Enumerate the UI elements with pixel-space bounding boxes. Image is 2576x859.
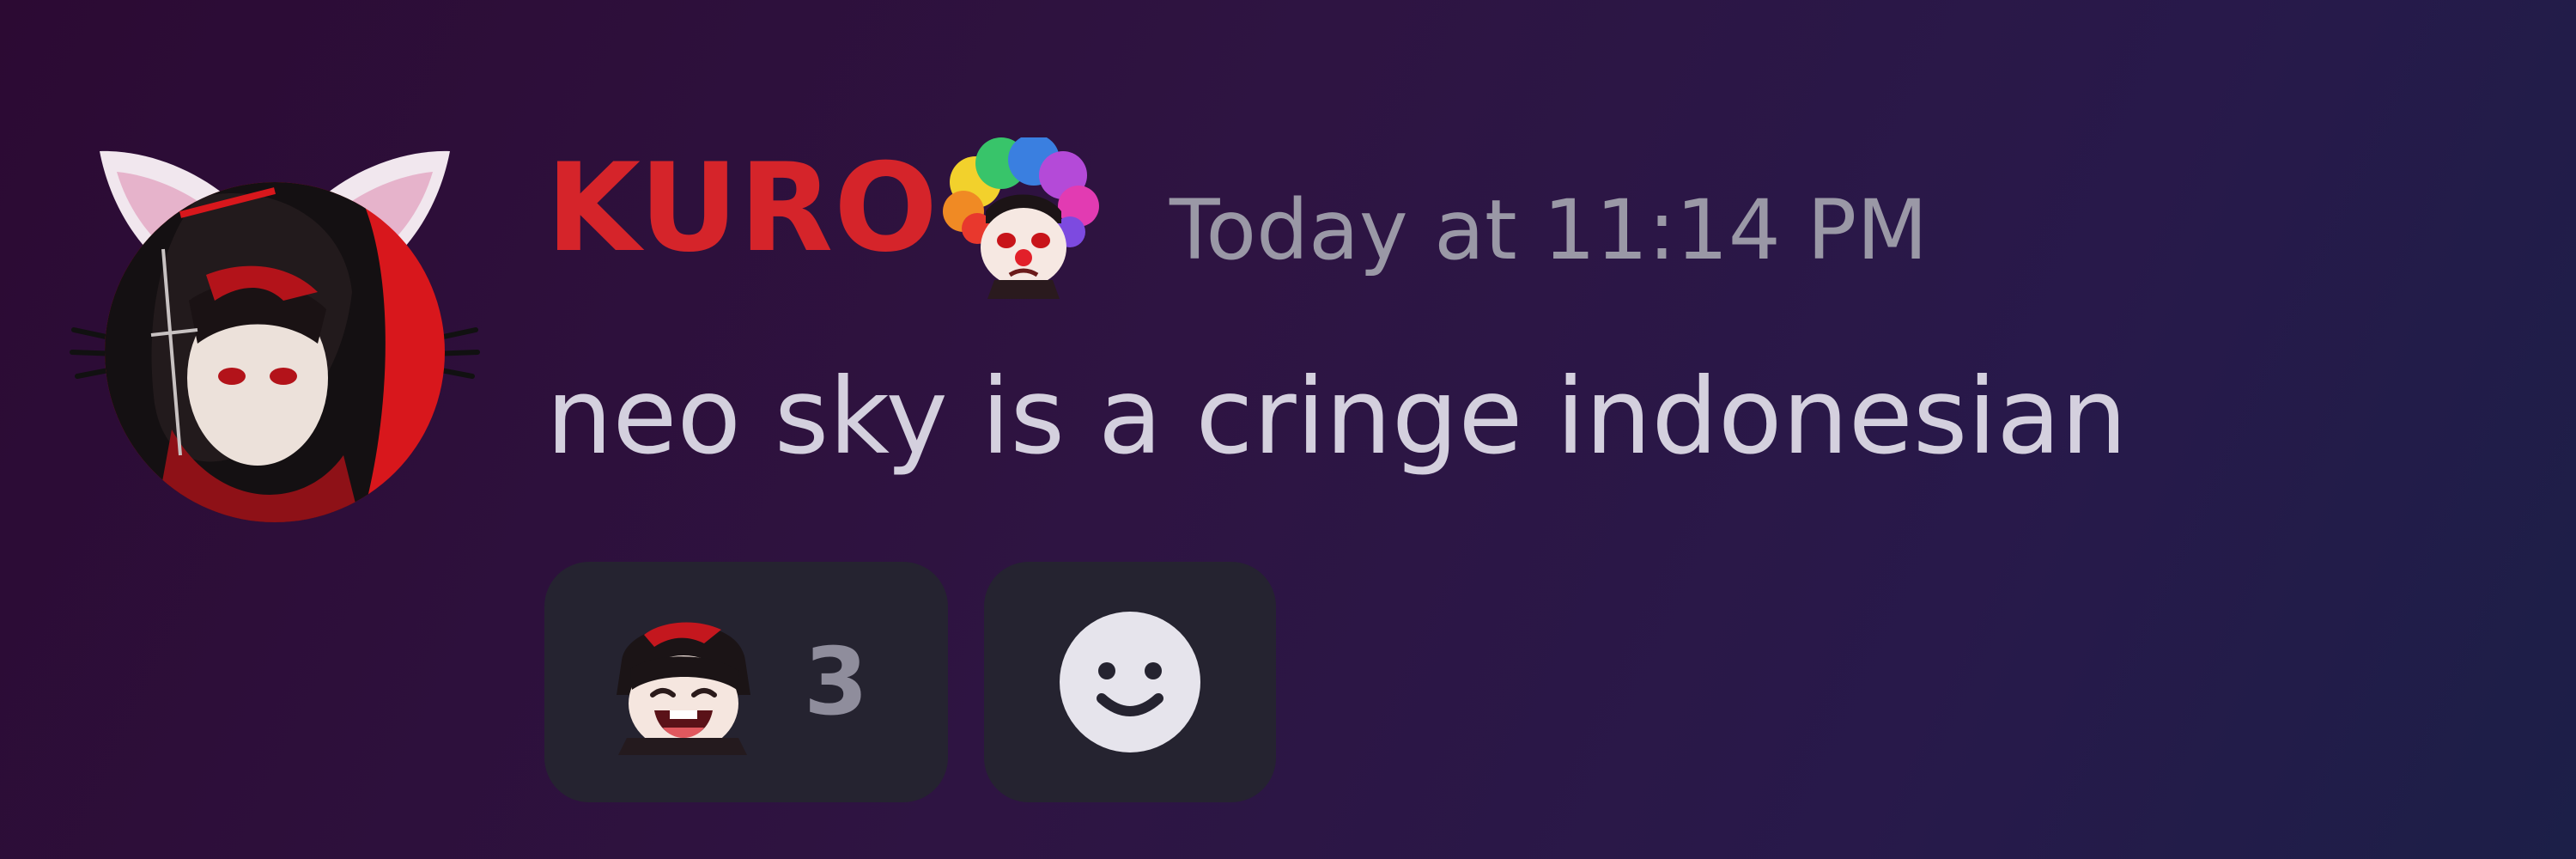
chat-message: KURO Today at 11:14 PM neo sky is a crin… bbox=[0, 0, 2576, 859]
add-reaction-button[interactable] bbox=[984, 562, 1276, 802]
message-content: neo sky is a cringe indonesian bbox=[546, 356, 2128, 478]
username[interactable]: KURO bbox=[546, 144, 939, 273]
message-timestamp: Today at 11:14 PM bbox=[1170, 182, 1929, 278]
reaction-pill[interactable]: 3 bbox=[544, 562, 948, 802]
avatar-icon bbox=[70, 150, 480, 522]
reaction-count: 3 bbox=[804, 628, 869, 736]
smiley-icon bbox=[1057, 609, 1203, 755]
clown-afro-emoji-icon bbox=[941, 137, 1104, 301]
user-avatar[interactable] bbox=[69, 146, 481, 524]
laughing-anime-emoji-icon bbox=[610, 609, 756, 755]
